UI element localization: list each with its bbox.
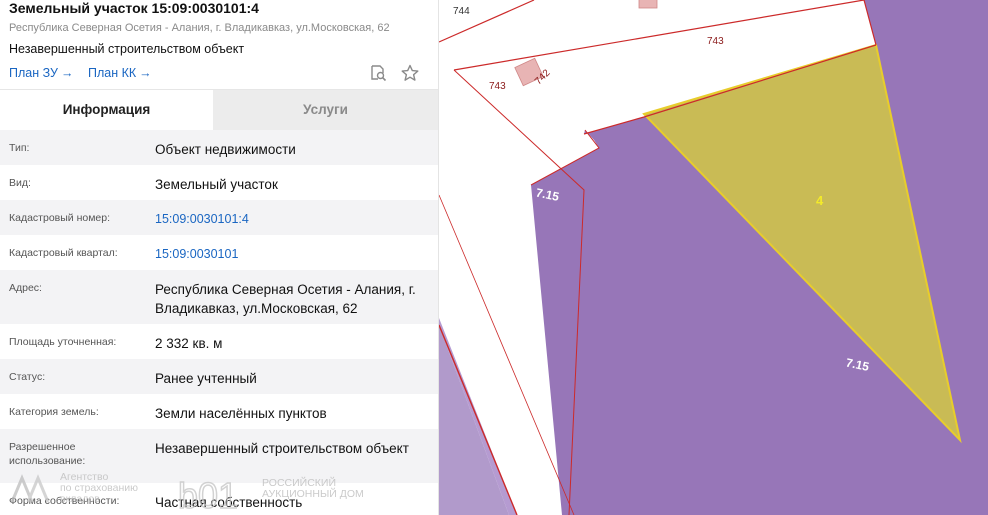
arrow-right-icon: → [139,66,152,80]
info-table: Тип: Объект недвижимости Вид: Земельный … [0,130,438,515]
info-value: 2 332 кв. м [155,336,223,351]
info-label: Тип: [9,142,30,154]
info-row-address: Адрес: Республика Северная Осетия - Алан… [0,270,438,324]
arrow-right-icon: → [60,66,74,80]
toolbar [360,63,420,83]
cadastral-map[interactable]: 744 743 743 742 7.15 7.15 4 [439,0,988,515]
svg-text:b01: b01 [178,475,238,514]
info-row-kind: Вид: Земельный участок [0,165,438,200]
label-parcel-743: 743 [707,36,724,47]
info-label: Площадь уточненная: [9,336,117,348]
building-top[interactable] [638,0,658,9]
plan-zu-link[interactable]: План ЗУ → [9,66,73,80]
info-value: Объект недвижимости [155,142,296,157]
map-canvas[interactable]: 744 743 743 742 7.15 7.15 4 [439,0,988,515]
info-label: Вид: [9,177,31,189]
info-row-status: Статус: Ранее учтенный [0,359,438,394]
watermark-dia: Агентство по страхованию вкладов [8,472,138,511]
info-label: Адрес: [9,282,42,294]
info-label: Разрешенное использование: [9,441,86,467]
info-value: Ранее учтенный [155,371,257,386]
info-value: Республика Северная Осетия - Алания, г. … [155,282,416,316]
rad-logo-icon: b01 [177,474,239,515]
info-row-type: Тип: Объект недвижимости [0,130,438,165]
info-row-area: Площадь уточненная: 2 332 кв. м [0,324,438,359]
plan-kk-label: План КК [88,66,137,80]
info-label: Кадастровый номер: [9,212,111,224]
search-document-icon[interactable] [368,63,388,83]
plan-zu-label: План ЗУ [9,66,58,80]
dia-logo-icon [10,474,50,503]
header-address: Республика Северная Осетия - Алания, г. … [9,22,390,34]
label-selected-parcel: 4 [816,193,824,208]
info-value: Земельный участок [155,177,278,192]
info-row-land-category: Категория земель: Земли населённых пункт… [0,394,438,429]
star-icon[interactable] [400,63,420,83]
parcel-boundary [453,0,865,71]
plan-kk-link[interactable]: План КК → [88,66,152,80]
info-panel: Земельный участок 15:09:0030101:4 Респуб… [0,0,439,515]
info-label: Категория земель: [9,406,99,418]
info-value: Земли населённых пунктов [155,406,327,421]
watermark-rad: b01 РОССИЙСКИЙ АУКЦИОННЫЙ ДОМ [177,474,364,515]
label-parcel-743: 743 [489,81,506,92]
tab-bar: Информация Услуги [0,90,438,130]
info-label: Кадастровый квартал: [9,247,118,259]
tab-information[interactable]: Информация [0,90,213,130]
page-title: Земельный участок 15:09:0030101:4 [9,0,259,16]
label-parcel-744: 744 [453,6,470,17]
info-value: Незавершенный строительством объект [155,441,409,456]
tab-services[interactable]: Услуги [213,90,438,130]
cadastral-quarter-link[interactable]: 15:09:0030101 [155,245,430,264]
info-row-cadastral-number: Кадастровый номер: 15:09:0030101:4 [0,200,438,235]
info-label: Статус: [9,371,46,383]
cadastral-number-link[interactable]: 15:09:0030101:4 [155,210,430,229]
info-row-cadastral-quarter: Кадастровый квартал: 15:09:0030101 [0,235,438,270]
object-status-text: Незавершенный строительством объект [9,42,245,56]
watermark-line: АУКЦИОННЫЙ ДОМ [262,488,364,500]
watermark-line: вкладов [60,493,100,505]
